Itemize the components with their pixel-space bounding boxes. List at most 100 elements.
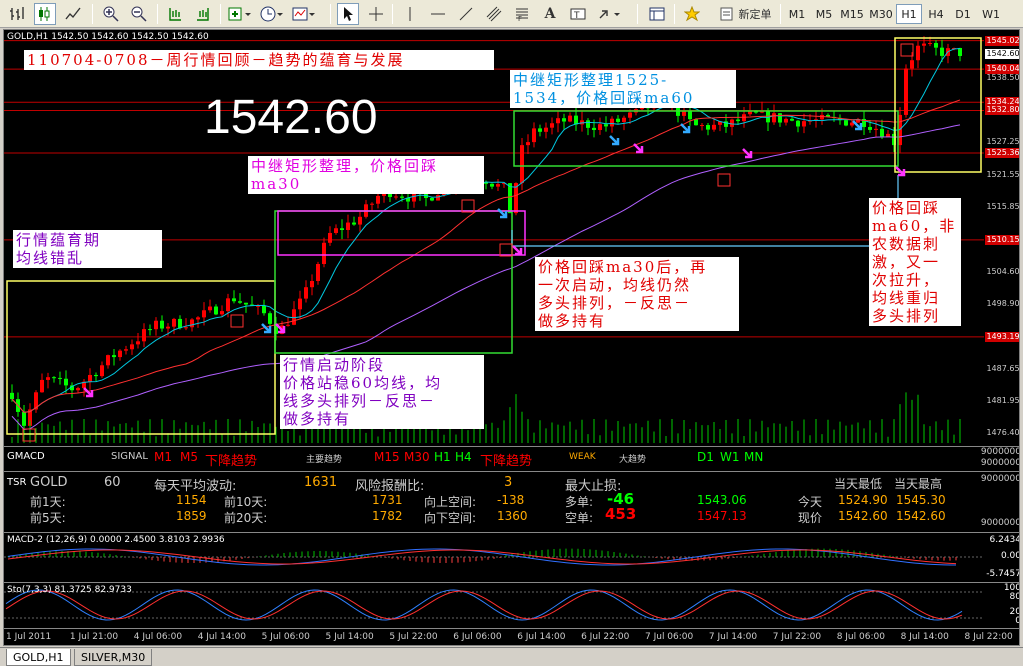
tf-h4[interactable]: H4 bbox=[923, 4, 949, 24]
time-axis: 1 Jul 2011 1 Jul 21:00 4 Jul 06:00 4 Jul 14… bbox=[4, 628, 1019, 645]
zoom-in-icon[interactable] bbox=[100, 3, 122, 25]
tsr-pane: TSR GOLD 60 每天平均波动: 1631 风险报酬比: 3 最大止损: … bbox=[4, 471, 1020, 531]
gmacd-d1: D1 bbox=[697, 450, 714, 464]
candle bbox=[748, 111, 752, 115]
new-order-label: 新定单 bbox=[738, 8, 772, 21]
tsr-row2-v1: 1859 bbox=[176, 509, 207, 523]
box-incubation bbox=[6, 280, 276, 435]
periods-icon[interactable] bbox=[258, 3, 286, 25]
time-tick-label: 4 Jul 14:00 bbox=[197, 632, 246, 642]
candle bbox=[40, 379, 44, 393]
candle bbox=[928, 43, 932, 45]
ma60-line bbox=[11, 124, 961, 430]
time-tick-label: 6 Jul 06:00 bbox=[453, 632, 502, 642]
tsr-row2-v2: 1782 bbox=[372, 509, 403, 523]
line-chart-icon[interactable] bbox=[62, 3, 84, 25]
tab-gold-h1[interactable]: GOLD,H1 bbox=[6, 649, 71, 666]
autoscroll-icon[interactable] bbox=[192, 3, 214, 25]
price-label: 1538.50 bbox=[986, 72, 1020, 82]
candle bbox=[682, 111, 686, 116]
horizontal-line-icon[interactable] bbox=[427, 3, 449, 25]
price-pane[interactable]: GOLD,H1 1542.50 1542.60 1542.50 1542.60 … bbox=[4, 30, 1020, 444]
candle bbox=[496, 184, 500, 187]
tf-d1[interactable]: D1 bbox=[950, 4, 976, 24]
time-tick-label: 7 Jul 06:00 bbox=[645, 632, 694, 642]
tf-m15[interactable]: M15 bbox=[838, 4, 866, 24]
candle bbox=[268, 313, 272, 324]
gmacd-h4: H4 bbox=[455, 450, 472, 464]
candle bbox=[304, 287, 308, 299]
connector-line bbox=[511, 175, 899, 247]
zoom-out-icon[interactable] bbox=[128, 3, 150, 25]
tsr-row2-v5: 1547.13 bbox=[697, 509, 747, 523]
tf-h1[interactable]: H1 bbox=[896, 4, 922, 24]
tsr-period: 60 bbox=[104, 475, 121, 490]
candle bbox=[88, 374, 92, 382]
new-order-button[interactable]: 新定单 bbox=[709, 3, 781, 25]
candle bbox=[184, 327, 188, 329]
candle bbox=[610, 118, 614, 127]
candle bbox=[622, 117, 626, 122]
stochastic-chart bbox=[4, 589, 984, 621]
tf-m5[interactable]: M5 bbox=[811, 4, 837, 24]
candle bbox=[130, 344, 134, 350]
candle bbox=[292, 309, 296, 325]
price-label: 1510.15 bbox=[985, 234, 1020, 245]
candle bbox=[154, 320, 158, 330]
candle bbox=[904, 68, 908, 115]
fibonacci-icon[interactable]: F bbox=[511, 3, 533, 25]
tsr-row1-l3: 向上空间: bbox=[424, 495, 477, 509]
gmacd-mn: MN bbox=[744, 450, 764, 464]
candle bbox=[358, 216, 362, 225]
time-tick-label: 5 Jul 06:00 bbox=[261, 632, 310, 642]
tsr-symbol: GOLD bbox=[30, 475, 68, 490]
candle bbox=[298, 298, 302, 310]
candle bbox=[694, 119, 698, 126]
tsr-row2-l3: 向下空间: bbox=[424, 511, 477, 525]
tf-m1[interactable]: M1 bbox=[784, 4, 810, 24]
text-label-icon[interactable]: T bbox=[567, 3, 589, 25]
signal-arrow bbox=[633, 143, 644, 154]
text-icon[interactable]: A bbox=[539, 3, 561, 25]
gmacd-big-trend: 大趋势 bbox=[619, 455, 647, 465]
tab-silver-m30[interactable]: SILVER,M30 bbox=[74, 649, 153, 666]
annotation-rectangle-ma30: 中继矩形整理，价格回踩 ma30 bbox=[248, 156, 484, 194]
chart-window[interactable]: GOLD,H1 1542.50 1542.60 1542.50 1542.60 … bbox=[3, 29, 1020, 646]
gmacd-m30: M30 bbox=[404, 450, 430, 464]
candlestick-chart-icon[interactable] bbox=[34, 3, 56, 25]
tsr-row1-v6: 1524.90 bbox=[838, 493, 888, 507]
channel-icon[interactable] bbox=[483, 3, 505, 25]
candle bbox=[46, 377, 50, 380]
indicators-icon[interactable] bbox=[226, 3, 254, 25]
stochastic-label: Sto(7,3,3) 81.3725 82.9733 bbox=[7, 585, 132, 595]
tf-m30[interactable]: M30 bbox=[867, 4, 895, 24]
candle bbox=[628, 112, 632, 118]
candle bbox=[574, 115, 578, 125]
time-tick-label: 1 Jul 2011 bbox=[6, 632, 52, 642]
time-tick-label: 6 Jul 22:00 bbox=[581, 632, 630, 642]
trendline-icon[interactable] bbox=[455, 3, 477, 25]
navigator-icon[interactable] bbox=[646, 3, 668, 25]
arrows-icon[interactable] bbox=[595, 3, 623, 25]
annotation-launch: 行情启动阶段 价格站稳60均线，均 线多头排列－反思－ 做多持有 bbox=[280, 355, 484, 429]
vertical-line-icon[interactable] bbox=[399, 3, 421, 25]
templates-icon[interactable] bbox=[290, 3, 318, 25]
tsr-axis-bottom: 9000000 bbox=[980, 518, 1020, 528]
tf-w1[interactable]: W1 bbox=[978, 4, 1004, 24]
candle bbox=[202, 310, 206, 318]
favorites-icon[interactable] bbox=[681, 3, 703, 25]
chart-shift-icon[interactable] bbox=[164, 3, 186, 25]
candle bbox=[178, 318, 182, 329]
candle bbox=[10, 392, 14, 400]
annotation-nfp: 价格回踩 ma60，非 农数据刺 激，又一 次拉升， 均线重归 多头排列 bbox=[869, 198, 961, 326]
price-label: 1481.95 bbox=[986, 396, 1020, 406]
bar-chart-icon[interactable] bbox=[6, 3, 28, 25]
cursor-icon[interactable] bbox=[337, 3, 359, 25]
crosshair-icon[interactable] bbox=[365, 3, 387, 25]
candle bbox=[436, 195, 440, 201]
candle bbox=[400, 196, 404, 198]
candle bbox=[784, 118, 788, 123]
tsr-row2-l1: 前5天: bbox=[30, 511, 66, 525]
candle bbox=[556, 118, 560, 124]
candle bbox=[340, 228, 344, 231]
